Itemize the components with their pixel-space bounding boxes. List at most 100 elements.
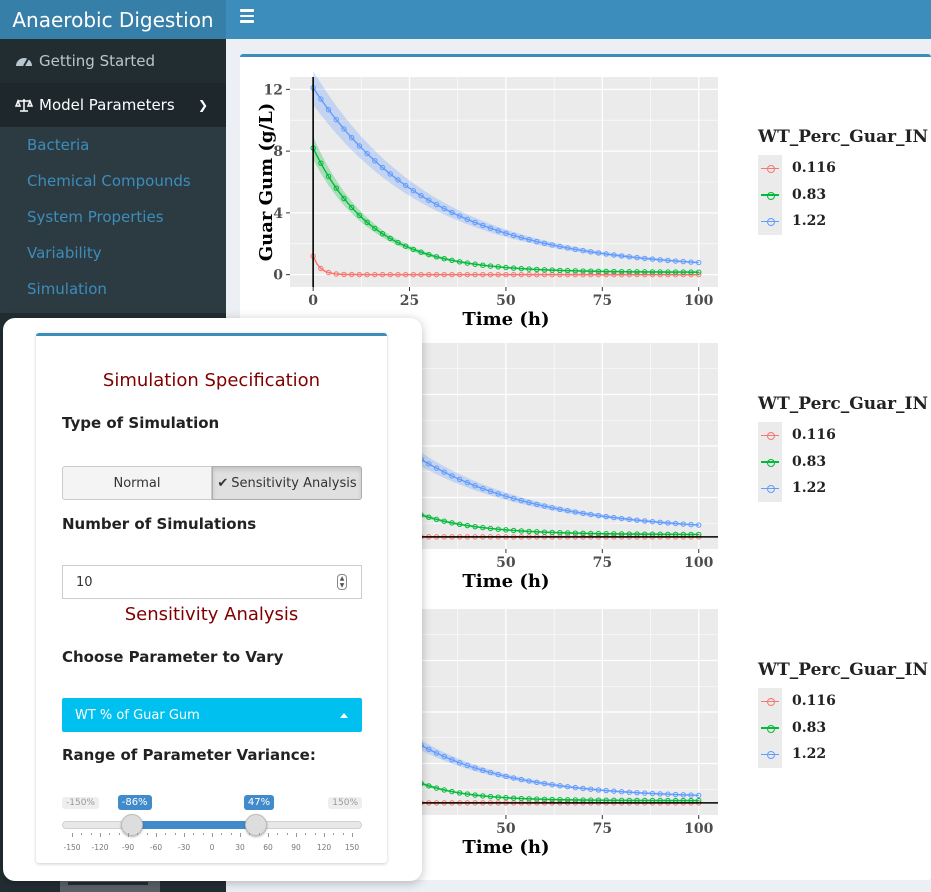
sidebar-item-model-parameters[interactable]: Model Parameters ❯	[0, 83, 226, 127]
slider-minor-tick	[174, 833, 176, 835]
legend-label: 0.116	[792, 427, 836, 444]
slider-minor-tick	[249, 833, 251, 835]
slider-tick	[184, 833, 185, 837]
slider-tick	[212, 833, 213, 837]
submenu-item-system-properties[interactable]: System Properties	[0, 199, 226, 235]
slider-minor-tick	[286, 833, 288, 835]
legend-key-red	[758, 688, 782, 715]
x-tick-label: 50	[496, 555, 516, 571]
slider-minor-tick	[165, 833, 167, 835]
slider-selected-range	[131, 821, 256, 829]
slider-high-handle[interactable]	[244, 814, 267, 836]
slider-tick	[268, 833, 269, 837]
app-title: Anaerobic Digestion	[0, 0, 226, 39]
slider-tick	[296, 833, 297, 837]
legend-key-green	[758, 448, 782, 475]
x-tick-label: 25	[400, 293, 419, 309]
series-band	[421, 512, 699, 536]
num-simulations-input[interactable]: 10 ▲ ▼	[62, 565, 362, 599]
legend-1: WT_Perc_Guar_IN 0.116 0.83 1.22	[758, 127, 928, 235]
series-band	[421, 452, 699, 527]
dashboard-icon	[16, 58, 32, 67]
legend-label: 1.22	[792, 213, 827, 230]
sidebar-item-getting-started[interactable]: Getting Started	[0, 39, 226, 83]
simulation-panel: Simulation Specification Type of Simulat…	[3, 318, 422, 881]
slider-tick-label: 30	[235, 843, 245, 852]
slider-minor-tick	[230, 833, 232, 835]
slider-tick	[128, 833, 129, 837]
slider-min-label: -150%	[62, 797, 99, 809]
param-label: Choose Parameter to Vary	[62, 648, 284, 666]
x-tick-label: 0	[308, 293, 318, 309]
slider-tick-label: 150	[344, 843, 360, 852]
legend-label: 0.116	[792, 160, 836, 177]
slider-tick-label: -90	[121, 843, 135, 852]
range-slider[interactable]: -150% 150% -86% 47% -150 -120 -90 -60 -30 0 30…	[62, 791, 362, 861]
menu-toggle-icon[interactable]	[240, 9, 254, 23]
series-line	[420, 514, 699, 536]
submenu-item-variability[interactable]: Variability	[0, 235, 226, 271]
legend-label: 0.83	[792, 719, 827, 736]
legend-key-red	[758, 155, 782, 182]
slider-minor-tick	[90, 833, 92, 835]
submenu-item-chemical-compounds[interactable]: Chemical Compounds	[0, 163, 226, 199]
submenu-item-simulation[interactable]: Simulation	[0, 271, 226, 307]
legend-label: 0.83	[792, 453, 827, 470]
type-label: Type of Simulation	[62, 414, 220, 432]
y-tick-label: 0	[273, 268, 283, 284]
series-line	[420, 458, 699, 526]
legend-3: WT_Perc_Guar_IN 0.116 0.83 1.22	[758, 660, 928, 768]
y-tick-label: 12	[264, 82, 283, 98]
num-simulations-value: 10	[76, 574, 93, 590]
range-label: Range of Parameter Variance:	[62, 746, 316, 764]
legend-entry: 0.116	[758, 422, 928, 449]
slider-tick	[156, 833, 157, 837]
legend-key-red	[758, 422, 782, 449]
chevron-down-icon[interactable]: ❯	[198, 98, 208, 112]
x-tick-label: 75	[593, 555, 612, 571]
legend-entry: 0.116	[758, 688, 928, 715]
legend-entry: 0.83	[758, 181, 928, 208]
x-tick-label: 75	[593, 293, 612, 309]
legend-title: WT_Perc_Guar_IN	[758, 127, 929, 147]
slider-tick-label: 90	[291, 843, 301, 852]
slider-minor-tick	[258, 833, 260, 835]
slider-minor-tick	[137, 833, 139, 835]
caret-up-icon	[340, 713, 348, 718]
submenu-item-bacteria[interactable]: Bacteria	[0, 127, 226, 163]
slider-minor-tick	[81, 833, 83, 835]
slider-tick	[240, 833, 241, 837]
slider-low-handle[interactable]	[120, 814, 143, 836]
x-tick-label: 75	[593, 821, 612, 837]
sidebar-item-label: Model Parameters	[39, 96, 175, 114]
slider-tick-label: -60	[149, 843, 163, 852]
legend-label: 1.22	[792, 746, 827, 763]
x-tick-label: 100	[684, 293, 713, 309]
slider-minor-tick	[342, 833, 344, 835]
x-axis-title: Time (h)	[462, 309, 549, 330]
slider-minor-tick	[305, 833, 307, 835]
x-tick-label: 50	[496, 293, 516, 309]
slider-minor-tick	[314, 833, 316, 835]
slider-tick	[352, 833, 353, 837]
slider-tick-label: -30	[177, 843, 191, 852]
x-axis-title: Time (h)	[462, 571, 549, 592]
spinner-icon[interactable]: ▲ ▼	[337, 574, 347, 590]
normal-option-button[interactable]: Normal	[62, 466, 212, 500]
y-axis-title: Guar Gum (g/L)	[256, 103, 277, 262]
sensitivity-option-button[interactable]: ✔ Sensitivity Analysis	[212, 466, 362, 500]
balance-scale-icon	[15, 98, 33, 112]
legend-entry: 0.116	[758, 155, 928, 182]
sidebar-item-label: Getting Started	[39, 52, 155, 70]
parameter-select[interactable]: WT % of Guar Gum	[62, 698, 362, 732]
sensitivity-option-label: Sensitivity Analysis	[231, 475, 357, 491]
legend-key-green	[758, 714, 782, 741]
legend-entry: 0.83	[758, 714, 928, 741]
slider-tick-label: 120	[316, 843, 332, 852]
slider-tick	[72, 833, 73, 837]
slider-minor-tick	[146, 833, 148, 835]
legend-title: WT_Perc_Guar_IN	[758, 394, 929, 414]
legend-key-blue	[758, 475, 782, 502]
panel-title: Simulation Specification	[102, 370, 321, 391]
slider-max-label: 150%	[328, 797, 362, 809]
